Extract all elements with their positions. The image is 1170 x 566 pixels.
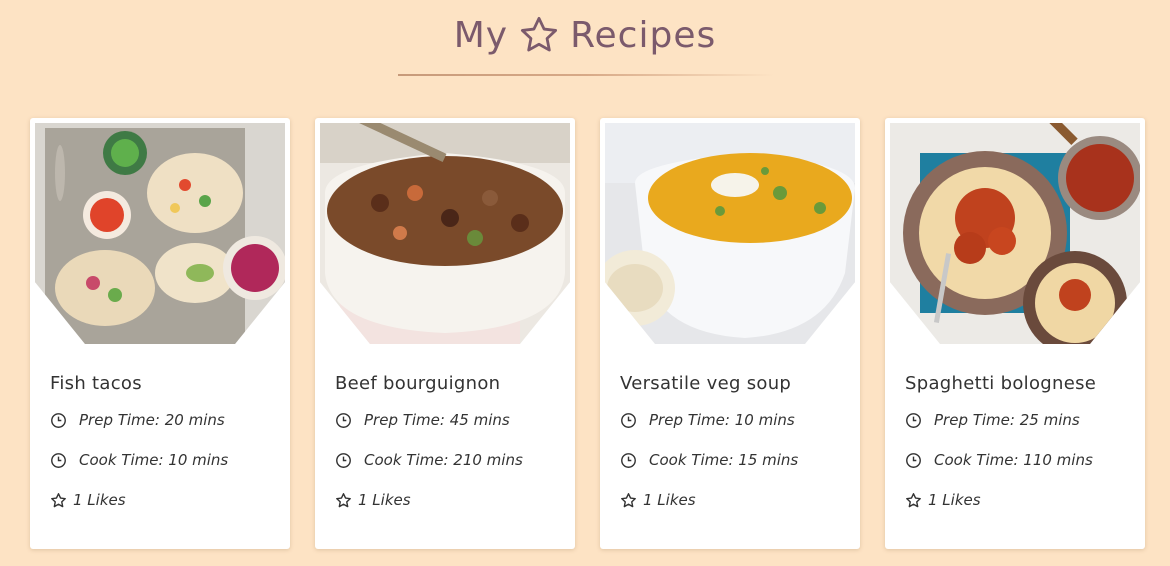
fish-tacos-photo[interactable] [35, 123, 285, 344]
prep-time-text: Prep Time: 20 mins [79, 411, 225, 429]
clock-icon [906, 452, 921, 468]
clock-icon [51, 412, 66, 428]
cook-time-text: Cook Time: 210 mins [364, 451, 523, 469]
recipe-card[interactable]: Versatile veg soup Prep Time: 10 mins Co… [600, 118, 860, 549]
recipe-card[interactable]: Beef bourguignon Prep Time: 45 mins Cook… [315, 118, 575, 549]
recipe-name[interactable]: Versatile veg soup [620, 373, 791, 394]
prep-time-text: Prep Time: 10 mins [649, 411, 795, 429]
recipe-name[interactable]: Beef bourguignon [335, 373, 500, 394]
beef-bourguignon-photo[interactable] [320, 123, 570, 344]
likes-count: 1 Likes [928, 491, 981, 509]
likes-count: 1 Likes [73, 491, 126, 509]
prep-time-text: Prep Time: 45 mins [364, 411, 510, 429]
page-header: My Recipes [0, 14, 1170, 56]
prep-time: Prep Time: 10 mins [620, 411, 795, 429]
recipe-name[interactable]: Fish tacos [50, 373, 142, 394]
title-text-left: My [453, 14, 509, 56]
likes: 1 Likes [50, 491, 126, 509]
veg-soup-photo[interactable] [605, 123, 855, 344]
spaghetti-bolognese-photo[interactable] [890, 123, 1140, 344]
cook-time-text: Cook Time: 10 mins [79, 451, 229, 469]
prep-time-text: Prep Time: 25 mins [934, 411, 1080, 429]
clock-icon [906, 412, 921, 428]
clock-icon [51, 452, 66, 468]
star-icon[interactable] [620, 492, 637, 509]
recipe-card[interactable]: Spaghetti bolognese Prep Time: 25 mins C… [885, 118, 1145, 549]
likes: 1 Likes [335, 491, 411, 509]
cook-time: Cook Time: 110 mins [905, 451, 1093, 469]
recipe-grid: Fish tacos Prep Time: 20 mins Cook Time:… [30, 118, 1145, 549]
star-icon[interactable] [905, 492, 922, 509]
clock-icon [336, 452, 351, 468]
star-icon [521, 16, 558, 52]
page-title: My Recipes [454, 14, 716, 56]
clock-icon [336, 412, 351, 428]
cook-time: Cook Time: 10 mins [50, 451, 228, 469]
clock-icon [621, 452, 636, 468]
cook-time-text: Cook Time: 15 mins [649, 451, 799, 469]
recipe-name[interactable]: Spaghetti bolognese [905, 373, 1096, 394]
star-icon[interactable] [335, 492, 352, 509]
cook-time: Cook Time: 15 mins [620, 451, 798, 469]
recipe-card[interactable]: Fish tacos Prep Time: 20 mins Cook Time:… [30, 118, 290, 549]
likes: 1 Likes [620, 491, 696, 509]
prep-time: Prep Time: 45 mins [335, 411, 510, 429]
cook-time: Cook Time: 210 mins [335, 451, 523, 469]
cook-time-text: Cook Time: 110 mins [934, 451, 1093, 469]
likes-count: 1 Likes [358, 491, 411, 509]
title-underline [398, 74, 774, 76]
clock-icon [621, 412, 636, 428]
likes-count: 1 Likes [643, 491, 696, 509]
star-icon[interactable] [50, 492, 67, 509]
title-text-right: Recipes [570, 14, 717, 56]
prep-time: Prep Time: 20 mins [50, 411, 225, 429]
prep-time: Prep Time: 25 mins [905, 411, 1080, 429]
likes: 1 Likes [905, 491, 981, 509]
